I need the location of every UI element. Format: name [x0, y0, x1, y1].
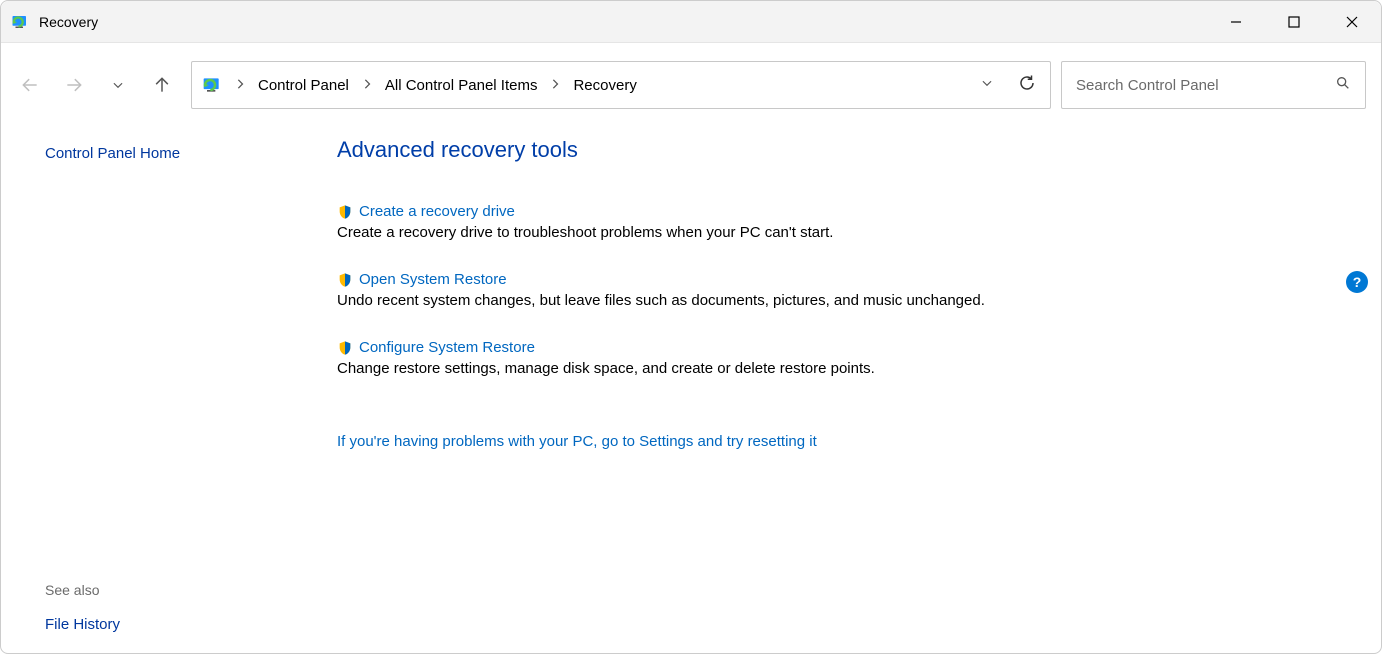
chevron-right-icon[interactable] [545, 78, 565, 92]
reset-pc-settings-link[interactable]: If you're having problems with your PC, … [337, 433, 817, 450]
maximize-button[interactable] [1265, 1, 1323, 42]
minimize-button[interactable] [1207, 1, 1265, 42]
shield-icon [337, 204, 353, 220]
breadcrumb-all-items[interactable]: All Control Panel Items [383, 73, 540, 98]
search-input[interactable] [1076, 77, 1335, 94]
file-history-link[interactable]: File History [45, 616, 301, 633]
tool-description: Undo recent system changes, but leave fi… [337, 292, 1341, 309]
open-system-restore-link[interactable]: Open System Restore [359, 271, 507, 288]
configure-system-restore-link[interactable]: Configure System Restore [359, 339, 535, 356]
help-button[interactable]: ? [1346, 271, 1368, 293]
back-button[interactable] [19, 74, 41, 96]
titlebar: Recovery [1, 1, 1381, 43]
close-button[interactable] [1323, 1, 1381, 42]
tool-item: Open System Restore Undo recent system c… [337, 271, 1341, 309]
search-box[interactable] [1061, 61, 1366, 109]
shield-icon [337, 340, 353, 356]
create-recovery-drive-link[interactable]: Create a recovery drive [359, 203, 515, 220]
recent-locations-button[interactable] [107, 74, 129, 96]
refresh-button[interactable] [1018, 74, 1036, 97]
recovery-path-icon [202, 75, 222, 95]
left-pane: Control Panel Home See also File History [1, 109, 301, 653]
breadcrumb-control-panel[interactable]: Control Panel [256, 73, 351, 98]
toolbar: Control Panel All Control Panel Items Re… [1, 43, 1381, 109]
search-icon[interactable] [1335, 75, 1351, 96]
shield-icon [337, 272, 353, 288]
tool-description: Change restore settings, manage disk spa… [337, 360, 1341, 377]
tool-item: Configure System Restore Change restore … [337, 339, 1341, 377]
see-also-label: See also [45, 582, 301, 598]
address-bar[interactable]: Control Panel All Control Panel Items Re… [191, 61, 1051, 109]
control-panel-home-link[interactable]: Control Panel Home [45, 145, 301, 162]
window-controls [1207, 1, 1381, 42]
page-heading: Advanced recovery tools [337, 137, 1341, 163]
breadcrumb-recovery[interactable]: Recovery [571, 73, 638, 98]
window-title: Recovery [39, 14, 98, 30]
up-button[interactable] [151, 74, 173, 96]
nav-buttons [19, 74, 181, 96]
chevron-right-icon[interactable] [230, 78, 250, 92]
tool-item: Create a recovery drive Create a recover… [337, 203, 1341, 241]
help-icon: ? [1353, 274, 1362, 290]
main-pane: Advanced recovery tools Create a recover… [301, 109, 1381, 653]
address-dropdown-button[interactable] [980, 76, 994, 95]
content-area: Control Panel Home See also File History… [1, 109, 1381, 653]
chevron-right-icon[interactable] [357, 78, 377, 92]
tool-description: Create a recovery drive to troubleshoot … [337, 224, 1341, 241]
recovery-app-icon [11, 13, 29, 31]
forward-button[interactable] [63, 74, 85, 96]
